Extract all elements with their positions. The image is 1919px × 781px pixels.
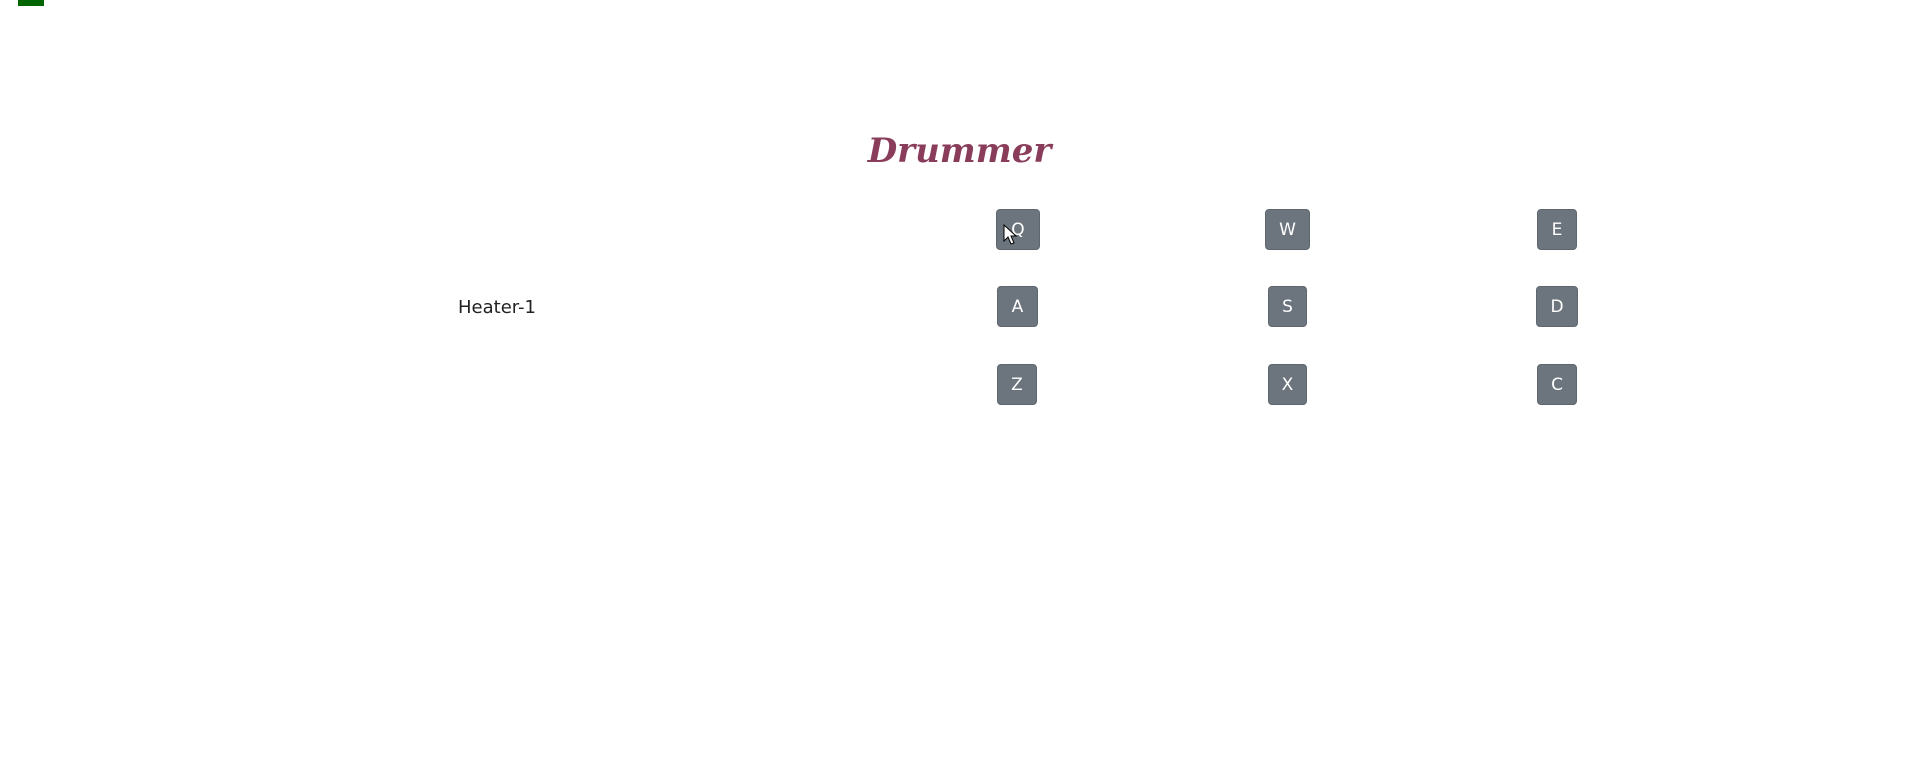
drum-pad-z[interactable]: Z xyxy=(997,364,1037,405)
display-readout: Heater-1 xyxy=(458,297,536,318)
drum-pad-c[interactable]: C xyxy=(1537,364,1577,405)
drum-pad-w[interactable]: W xyxy=(1265,209,1310,250)
page-title: Drummer xyxy=(867,131,1052,171)
drum-pad-s[interactable]: S xyxy=(1268,286,1307,327)
drum-pad-d[interactable]: D xyxy=(1536,286,1578,327)
corner-tab xyxy=(18,0,44,6)
drum-pad-e[interactable]: E xyxy=(1537,209,1577,250)
drum-pad-a[interactable]: A xyxy=(997,286,1038,327)
drum-pad-x[interactable]: X xyxy=(1268,364,1307,405)
drum-pad-q[interactable]: Q xyxy=(996,209,1040,250)
